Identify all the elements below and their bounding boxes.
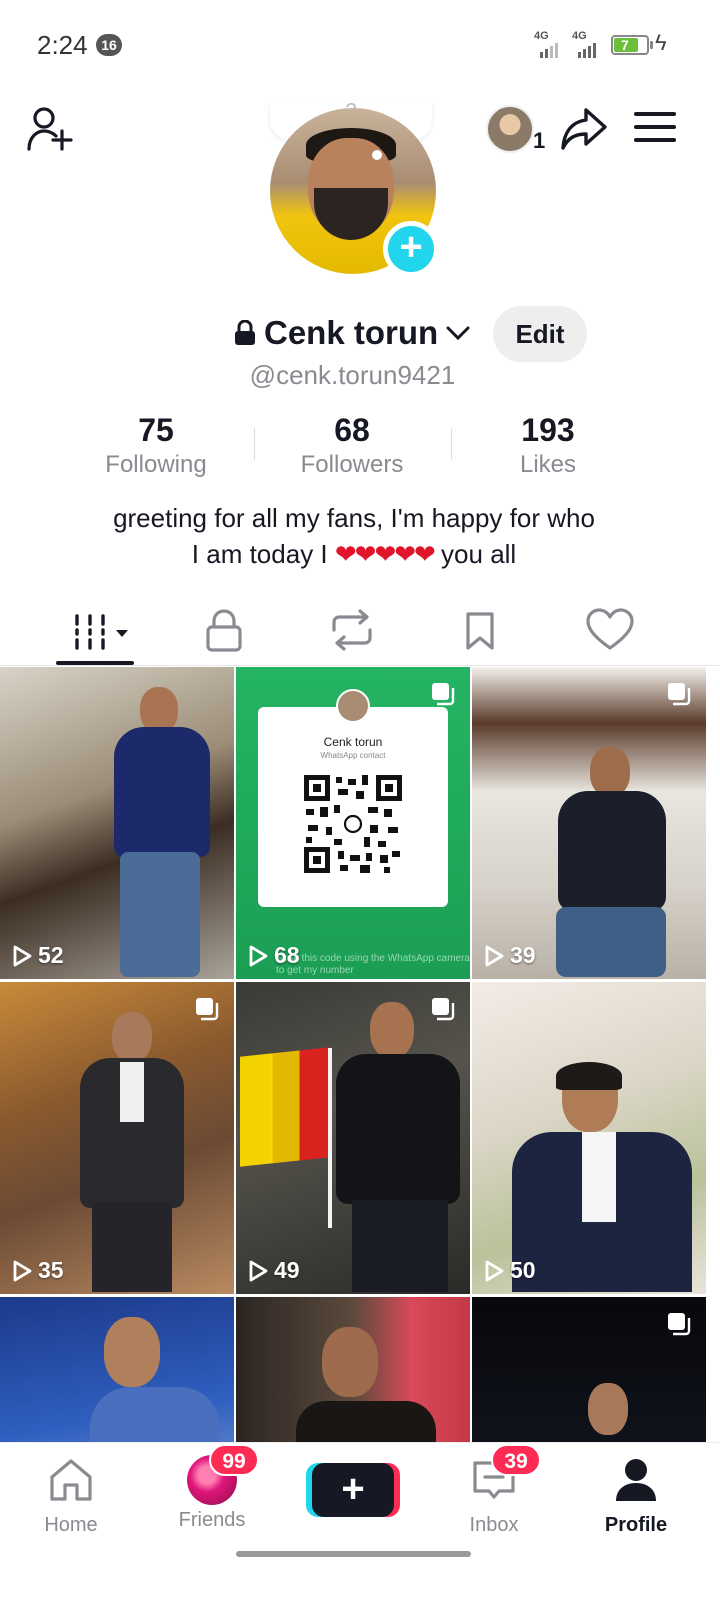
whatsapp-qr-card: Cenk torun WhatsApp contact xyxy=(258,689,448,907)
stat-following[interactable]: 75 Following xyxy=(58,412,254,482)
video-tile[interactable]: Cenk torun WhatsApp contact Scan this co… xyxy=(236,667,470,979)
avatar xyxy=(336,689,370,723)
heart-emojis: ❤❤❤❤❤ xyxy=(334,539,436,569)
bottom-nav: Home Friends 99 + Inbox 39 Profile xyxy=(0,1442,720,1600)
edit-profile-button[interactable]: Edit xyxy=(493,306,587,362)
tab-liked[interactable] xyxy=(580,602,640,658)
story-viewer-count: 1 xyxy=(533,128,546,153)
tab-reposts[interactable] xyxy=(322,602,382,658)
status-bar: 2:24 16 4G 4G 7 ϟ xyxy=(0,0,720,90)
inbox-badge: 39 xyxy=(491,1444,541,1476)
tab-favorites[interactable] xyxy=(450,602,510,658)
add-story-button[interactable]: + xyxy=(383,221,439,277)
profile-tabs xyxy=(0,596,720,666)
tab-private[interactable] xyxy=(194,602,254,658)
profile-stats: 75 Following 68 Followers 193 Likes xyxy=(58,412,648,482)
chevron-down-icon[interactable] xyxy=(446,324,470,342)
video-tile[interactable] xyxy=(0,1297,234,1442)
battery-icon: 7 xyxy=(611,35,649,55)
video-tile[interactable] xyxy=(472,1297,706,1442)
nav-home[interactable]: Home xyxy=(11,1455,131,1537)
profile-name-row: Cenk torun xyxy=(0,310,720,360)
multi-photo-icon xyxy=(430,996,456,1022)
profile-bio: greeting for all my fans, I'm happy for … xyxy=(113,503,595,569)
signal-icon-secondary: 4G xyxy=(572,30,602,58)
display-name[interactable]: Cenk torun xyxy=(264,314,438,352)
multi-photo-icon xyxy=(194,996,220,1022)
stat-likes[interactable]: 193 Likes xyxy=(450,412,646,482)
home-indicator xyxy=(236,1551,471,1557)
video-tile[interactable]: 52 xyxy=(0,667,234,979)
stat-followers[interactable]: 68 Followers xyxy=(254,412,450,482)
multi-photo-icon xyxy=(666,681,692,707)
nav-profile[interactable]: Profile xyxy=(576,1455,696,1537)
video-grid: 52 Cenk torun WhatsApp contact Scan this… xyxy=(0,667,720,1442)
video-tile[interactable] xyxy=(236,1297,470,1442)
qr-code xyxy=(304,775,402,873)
friends-badge: 99 xyxy=(209,1444,259,1476)
private-lock-icon xyxy=(234,319,256,346)
username: @cenk.torun9421 xyxy=(249,360,456,390)
create-button[interactable]: + xyxy=(312,1463,394,1517)
video-tile[interactable]: 35 xyxy=(0,982,234,1294)
share-icon[interactable] xyxy=(560,106,608,152)
video-tile[interactable]: 39 xyxy=(472,667,706,979)
menu-icon[interactable] xyxy=(634,112,676,146)
add-friend-icon[interactable] xyxy=(26,105,76,153)
video-tile[interactable]: 49 xyxy=(236,982,470,1294)
tab-videos[interactable] xyxy=(70,602,130,658)
home-icon xyxy=(50,1459,92,1501)
video-tile[interactable]: 50 xyxy=(472,982,706,1294)
story-viewer-avatar[interactable] xyxy=(486,105,534,153)
signal-icon: 4G xyxy=(534,30,564,58)
multi-photo-icon xyxy=(666,1311,692,1337)
notification-count-badge: 16 xyxy=(96,34,122,56)
status-time: 2:24 xyxy=(37,30,88,60)
profile-icon xyxy=(616,1459,656,1501)
charging-icon: ϟ xyxy=(655,30,667,55)
multi-photo-icon xyxy=(430,681,456,707)
